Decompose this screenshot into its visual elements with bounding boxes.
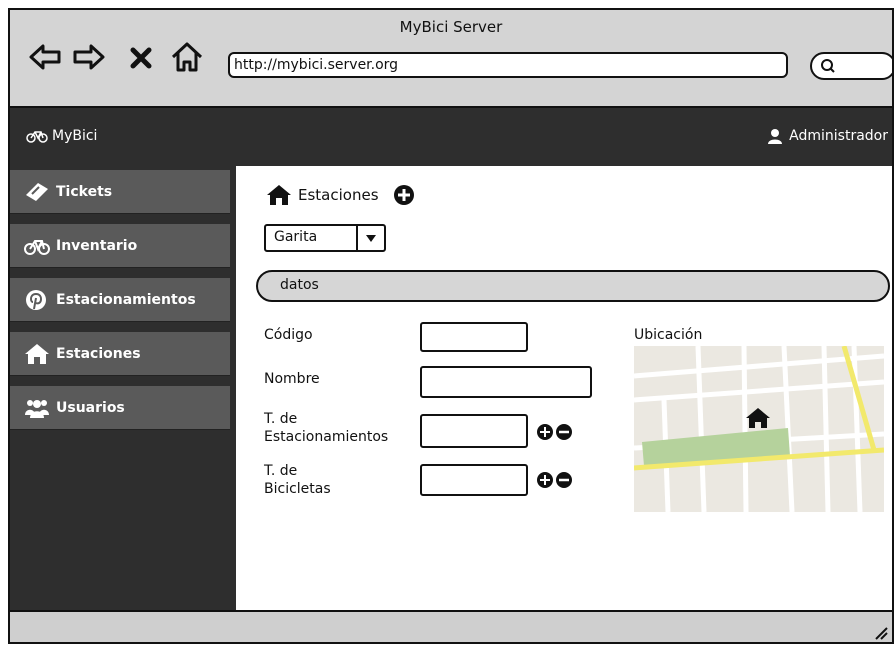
back-arrow-icon[interactable] xyxy=(28,40,62,74)
users-icon xyxy=(25,399,49,418)
user-menu[interactable]: Administrador xyxy=(767,128,888,144)
plus-circle-icon xyxy=(537,472,553,488)
home-icon xyxy=(25,343,49,364)
station-select-value: Garita xyxy=(274,229,318,245)
breadcrumb: Estaciones xyxy=(266,184,415,206)
bicycle-icon xyxy=(26,131,48,143)
codigo-field[interactable] xyxy=(420,322,528,352)
t-bicicletas-stepper[interactable] xyxy=(536,471,578,489)
window-title: MyBici Server xyxy=(399,18,503,36)
add-circle-icon[interactable] xyxy=(393,184,415,206)
sidebar-item-label: Estacionamientos xyxy=(56,291,196,308)
user-name: Administrador xyxy=(789,128,888,144)
browser-chrome: MyBici Server http://mybici.server.org xyxy=(10,10,892,108)
t-estacionamientos-label-line2: Estacionamientos xyxy=(264,429,389,445)
plus-circle-icon xyxy=(537,424,553,440)
resize-grip-icon[interactable] xyxy=(870,622,888,640)
minus-circle-icon xyxy=(556,472,572,488)
address-bar[interactable]: http://mybici.server.org xyxy=(228,52,788,78)
t-bicicletas-label-line1: T. de xyxy=(264,463,298,479)
browser-status-bar xyxy=(10,610,892,642)
sidebar-item-label: Tickets xyxy=(56,183,113,200)
t-bicicletas-label: T. de Bicicletas xyxy=(264,462,331,498)
forward-arrow-icon[interactable] xyxy=(72,40,106,74)
t-estacionamientos-field[interactable] xyxy=(420,414,528,448)
map-label: Ubicación xyxy=(634,327,703,343)
home-icon[interactable] xyxy=(266,184,292,206)
pinterest-icon xyxy=(26,289,46,310)
sidebar-item-estaciones[interactable]: Estaciones xyxy=(10,332,230,376)
nombre-label: Nombre xyxy=(264,371,320,387)
location-map[interactable] xyxy=(634,346,884,512)
ticket-icon xyxy=(26,182,48,201)
t-bicicletas-label-line2: Bicicletas xyxy=(264,481,331,497)
codigo-label: Código xyxy=(264,327,313,343)
home-icon[interactable] xyxy=(170,40,204,74)
chevron-down-icon[interactable] xyxy=(356,226,384,250)
app-header: MyBici Administrador xyxy=(10,108,892,166)
minus-circle-icon xyxy=(556,424,572,440)
t-bicicletas-field[interactable] xyxy=(420,464,528,496)
sidebar-item-label: Usuarios xyxy=(56,399,125,416)
sidebar-item-inventario[interactable]: Inventario xyxy=(10,224,230,268)
brand-name: MyBici xyxy=(52,128,98,144)
sidebar: Tickets Inventario Estacionamientos Esta… xyxy=(10,166,236,612)
stop-icon[interactable] xyxy=(128,40,154,74)
t-estacionamientos-label: T. de Estacionamientos xyxy=(264,410,388,446)
section-title: datos xyxy=(280,277,319,293)
sidebar-item-usuarios[interactable]: Usuarios xyxy=(10,386,230,430)
search-icon xyxy=(821,59,835,73)
user-icon xyxy=(768,129,783,144)
section-header: datos xyxy=(256,270,890,302)
nombre-field[interactable] xyxy=(420,366,592,398)
sidebar-item-estacionamientos[interactable]: Estacionamientos xyxy=(10,278,230,322)
sidebar-item-label: Estaciones xyxy=(56,345,141,362)
sidebar-item-label: Inventario xyxy=(56,237,138,254)
t-estacionamientos-label-line1: T. de xyxy=(264,411,298,427)
browser-window: MyBici Server http://mybici.server.org M… xyxy=(8,8,894,644)
brand[interactable]: MyBici xyxy=(26,128,97,144)
main-content: Estaciones Garita datos Código Nombre T.… xyxy=(236,166,892,612)
page-title: Estaciones xyxy=(298,186,379,204)
sidebar-item-tickets[interactable]: Tickets xyxy=(10,170,230,214)
bicycle-icon xyxy=(24,239,50,255)
t-estacionamientos-stepper[interactable] xyxy=(536,423,578,441)
station-select[interactable]: Garita xyxy=(264,224,386,252)
browser-search-field[interactable] xyxy=(810,52,892,80)
